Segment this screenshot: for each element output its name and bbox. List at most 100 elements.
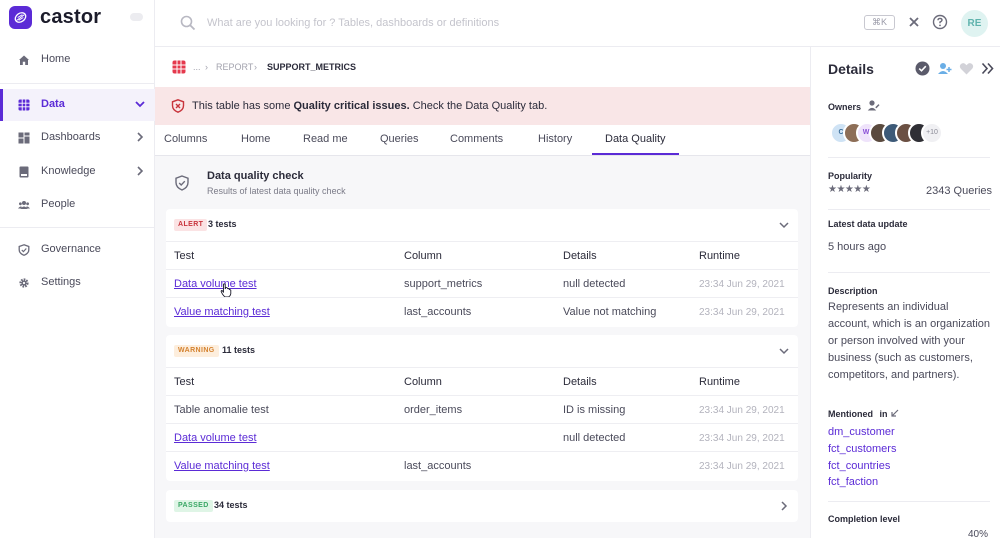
sidebar-item-label: Dashboards bbox=[41, 131, 101, 143]
sidebar-item-home[interactable]: Home bbox=[0, 44, 155, 76]
sidebar-divider bbox=[0, 227, 155, 228]
mentioned-label-text: Mentioned bbox=[828, 409, 873, 419]
test-name: Table anomalie test bbox=[174, 404, 269, 416]
search-input[interactable] bbox=[207, 13, 627, 33]
test-count: 11 tests bbox=[222, 345, 256, 355]
test-link[interactable]: Value matching test bbox=[174, 460, 270, 472]
owners-more-badge[interactable]: +10 bbox=[921, 122, 943, 144]
details-divider bbox=[828, 157, 990, 158]
tab-data-quality[interactable]: Data Quality bbox=[605, 133, 666, 145]
details-divider bbox=[828, 209, 990, 210]
sidebar-item-dashboards[interactable]: Dashboards bbox=[0, 122, 155, 154]
help-icon[interactable] bbox=[932, 14, 948, 30]
logo[interactable]: castor bbox=[9, 6, 101, 29]
column-cell: last_accounts bbox=[404, 306, 472, 318]
chevron-down-icon[interactable] bbox=[778, 345, 790, 357]
book-icon bbox=[19, 166, 29, 178]
verified-check-icon[interactable] bbox=[915, 61, 930, 76]
details-divider bbox=[828, 272, 990, 273]
tab-columns[interactable]: Columns bbox=[164, 133, 207, 145]
runtime-cell: 23:34 Jun 29, 2021 bbox=[699, 461, 785, 472]
mentioned-link[interactable]: fct_faction bbox=[828, 476, 878, 488]
owner-edit-icon[interactable] bbox=[867, 99, 880, 112]
sidebar-item-governance[interactable]: Governance bbox=[0, 234, 155, 266]
sidebar-item-data[interactable]: Data bbox=[0, 89, 155, 121]
dashboard-icon bbox=[18, 132, 30, 144]
gear-icon bbox=[19, 278, 29, 288]
group-header[interactable]: WARNING 11 tests bbox=[166, 335, 798, 367]
completion-value: 40% bbox=[968, 529, 989, 538]
tab-history[interactable]: History bbox=[538, 133, 572, 145]
breadcrumb-ellipsis[interactable]: ... bbox=[193, 62, 201, 72]
sidebar: castor Home Data Dashboards Knowledge Pe… bbox=[0, 0, 155, 538]
group-header[interactable]: PASSED 34 tests bbox=[166, 490, 798, 522]
status-badge: PASSED bbox=[174, 500, 213, 512]
sidebar-item-knowledge[interactable]: Knowledge bbox=[0, 156, 155, 188]
description-text: Represents an individual account, which … bbox=[828, 301, 991, 381]
sidebar-toggle[interactable] bbox=[130, 13, 143, 21]
mentioned-link[interactable]: fct_countries bbox=[828, 460, 890, 472]
add-owner-icon[interactable] bbox=[937, 61, 952, 76]
test-link[interactable]: Data volume test bbox=[174, 432, 257, 444]
sidebar-divider bbox=[0, 83, 155, 84]
sidebar-item-people[interactable]: People bbox=[0, 189, 155, 221]
close-icon[interactable] bbox=[908, 16, 920, 28]
runtime-cell: 23:34 Jun 29, 2021 bbox=[699, 307, 785, 318]
table-header-row: Test Column Details Runtime bbox=[166, 241, 798, 269]
sidebar-item-label: People bbox=[41, 198, 76, 210]
details-divider bbox=[828, 501, 990, 502]
banner-bold: Quality critical issues. bbox=[293, 100, 410, 112]
tab-comments[interactable]: Comments bbox=[450, 133, 503, 145]
sidebar-item-settings[interactable]: Settings bbox=[0, 267, 155, 299]
mentioned-link[interactable]: fct_customers bbox=[828, 443, 896, 455]
test-link[interactable]: Value matching test bbox=[174, 306, 270, 318]
search-icon bbox=[180, 15, 196, 31]
tab-home[interactable]: Home bbox=[241, 133, 270, 145]
banner-text: This table has some Quality critical iss… bbox=[192, 100, 547, 112]
test-link[interactable]: Data volume test bbox=[174, 278, 257, 290]
column-cell: support_metrics bbox=[404, 278, 483, 290]
active-tab-indicator bbox=[592, 153, 679, 155]
details-cell: ID is missing bbox=[563, 404, 626, 416]
test-count: 3 tests bbox=[208, 219, 237, 229]
details-cell: null detected bbox=[563, 432, 626, 444]
table-row: Data volume test support_metrics null de… bbox=[166, 269, 798, 298]
runtime-cell: 23:34 Jun 29, 2021 bbox=[699, 279, 785, 290]
warning-test-group: WARNING 11 tests Test Column Details Run… bbox=[166, 335, 798, 481]
owners-label-text: Owners bbox=[828, 102, 862, 112]
table-icon bbox=[18, 99, 30, 111]
sidebar-item-label: Data bbox=[41, 98, 65, 110]
column-header: Details bbox=[563, 250, 597, 262]
banner-prefix: This table has some bbox=[192, 100, 291, 112]
collapse-panel-icon[interactable] bbox=[980, 61, 995, 76]
latest-update-label: Latest data update bbox=[828, 219, 908, 229]
breadcrumb-parent[interactable]: REPORT bbox=[216, 62, 253, 72]
latest-update-value: 5 hours ago bbox=[828, 241, 887, 253]
shield-alert-icon bbox=[171, 99, 185, 113]
mentioned-label: Mentioned in bbox=[828, 409, 899, 419]
column-header: Test bbox=[174, 376, 195, 388]
status-badge: ALERT bbox=[174, 219, 208, 231]
shield-check-icon bbox=[175, 175, 189, 191]
user-avatar[interactable]: RE bbox=[961, 10, 988, 37]
chevron-right-icon[interactable] bbox=[778, 500, 790, 512]
group-header[interactable]: ALERT 3 tests bbox=[166, 209, 798, 241]
popularity-queries: 2343 Queries bbox=[926, 185, 993, 197]
runtime-cell: 23:34 Jun 29, 2021 bbox=[699, 405, 785, 416]
details-title: Details bbox=[828, 61, 874, 77]
data-quality-panel: Data quality check Results of latest dat… bbox=[155, 156, 810, 538]
tab-queries[interactable]: Queries bbox=[380, 133, 419, 145]
chevron-right-icon bbox=[137, 166, 144, 176]
chevron-down-icon[interactable] bbox=[778, 219, 790, 231]
mentioned-link[interactable]: dm_customer bbox=[828, 426, 895, 438]
chevron-down-icon bbox=[135, 101, 145, 108]
tab-read-me[interactable]: Read me bbox=[303, 133, 348, 145]
passed-test-group[interactable]: PASSED 34 tests bbox=[166, 490, 798, 522]
keyboard-shortcut-badge: ⌘K bbox=[864, 15, 895, 30]
description-label: Description bbox=[828, 286, 878, 296]
top-bar: ⌘K RE bbox=[155, 0, 1000, 47]
heart-icon[interactable] bbox=[959, 61, 974, 76]
people-icon bbox=[18, 201, 30, 209]
breadcrumb-current: SUPPORT_METRICS bbox=[267, 62, 357, 72]
breadcrumb-separator-icon: › bbox=[254, 62, 257, 72]
